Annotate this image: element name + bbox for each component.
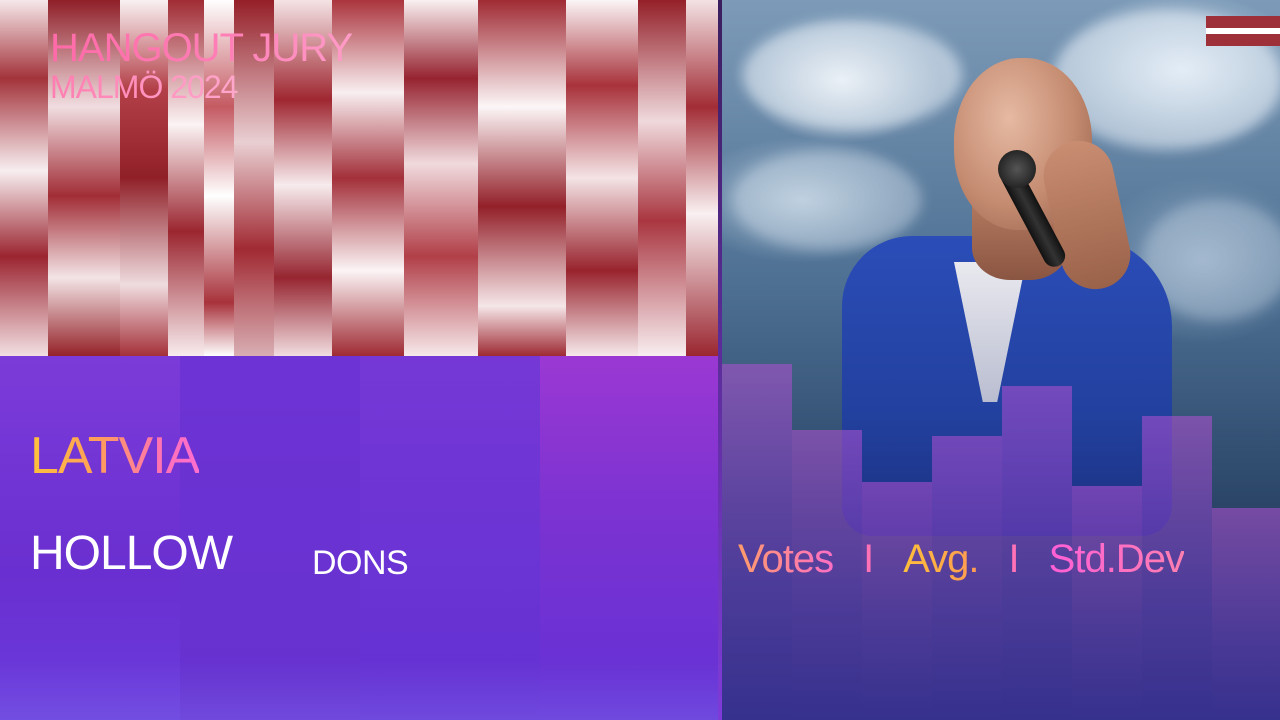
artist-name: DONS [312, 544, 409, 582]
average-label: Avg. [903, 534, 979, 584]
stats-separator: I [863, 537, 874, 581]
std-dev-label: Std.Dev [1049, 534, 1185, 584]
song-title: HOLLOW [30, 527, 233, 580]
votes-label: Votes [738, 534, 834, 584]
stats-header: Votes I Avg. I Std.Dev [738, 534, 1185, 584]
stats-separator: I [1008, 537, 1020, 581]
decorative-bars [722, 0, 1280, 720]
brand-subtitle: MALMÖ 2024 [50, 70, 352, 104]
country-name: LATVIA [30, 427, 200, 485]
latvia-flag-icon [1206, 16, 1280, 46]
brand-title: HANGOUT JURY [50, 26, 353, 70]
brand-logo: HANGOUT JURY MALMÖ 2024 [50, 26, 353, 104]
